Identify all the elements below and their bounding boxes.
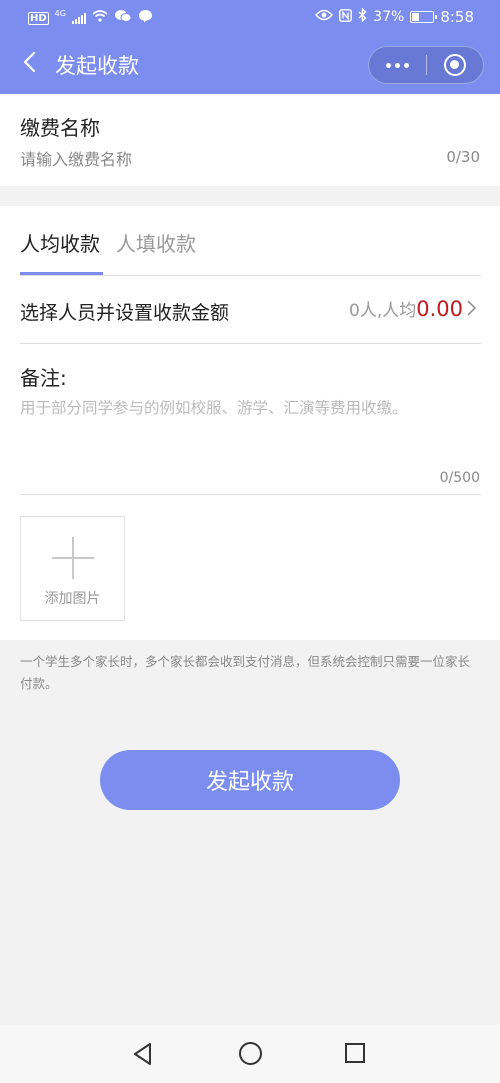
chevron-right-icon [467, 297, 477, 322]
battery-fill [412, 13, 420, 21]
battery-percent: 37% [373, 9, 405, 25]
nfc-icon [339, 8, 353, 26]
more-dots-icon [385, 62, 409, 68]
fee-name-input[interactable] [20, 146, 420, 172]
remark-label: 备注: [20, 366, 67, 390]
add-image-label: 添加图片 [44, 591, 101, 607]
hd-badge: HD [28, 11, 49, 25]
network-label: 4G [54, 8, 66, 18]
tab-custom[interactable]: 人填收款 [116, 228, 196, 257]
remark-input[interactable] [20, 396, 480, 466]
navigation-bar: 发起收款 [0, 34, 500, 94]
mini-program-capsule [368, 46, 484, 84]
recent-square-icon[interactable] [345, 1043, 365, 1063]
bluetooth-icon [358, 7, 367, 26]
collection-section: 人均收款 人填收款 选择人员并设置收款金额 0人,人均 0.00 备注: 0/5… [0, 206, 500, 640]
target-circle-icon [443, 54, 466, 76]
select-members-label: 选择人员并设置收款金额 [20, 302, 230, 324]
more-button[interactable] [369, 46, 426, 84]
close-program-button[interactable] [426, 46, 483, 84]
wifi-icon [92, 10, 108, 26]
remark-divider [20, 494, 481, 495]
select-members-row[interactable]: 选择人员并设置收款金额 0人,人均 0.00 [0, 276, 500, 344]
add-image-button[interactable]: 添加图片 [20, 516, 125, 621]
remark-counter: 0/500 [439, 470, 480, 486]
fee-name-counter: 0/30 [446, 148, 480, 166]
system-navigation-bar [0, 1025, 500, 1083]
fee-name-label: 缴费名称 [20, 116, 100, 140]
eye-icon [315, 9, 334, 25]
back-triangle-icon[interactable] [130, 1041, 156, 1067]
status-right: 37% 8:58 [315, 7, 474, 26]
collection-tabs: 人均收款 人填收款 [0, 206, 500, 276]
chat-icon [138, 9, 153, 27]
home-circle-icon[interactable] [239, 1042, 262, 1065]
chevron-left-icon [22, 51, 36, 77]
submit-collection-button[interactable]: 发起收款 [100, 750, 400, 810]
average-amount: 0.00 [416, 297, 463, 321]
status-bar: HD 4G 37% 8:58 [0, 0, 500, 34]
page-title: 发起收款 [55, 54, 139, 78]
parent-payment-note: 一个学生多个家长时，多个家长都会收到支付消息，但系统会控制只需要一位家长付款。 [20, 654, 471, 691]
people-count: 0人,人均 [349, 301, 417, 321]
signal-icon [71, 12, 86, 24]
wechat-icon [114, 9, 132, 27]
tab-average[interactable]: 人均收款 [20, 228, 100, 257]
select-members-summary: 0人,人均 0.00 [349, 296, 477, 322]
fee-name-section: 缴费名称 0/30 [0, 94, 500, 186]
status-time: 8:58 [440, 8, 474, 26]
status-left: HD 4G [28, 9, 153, 27]
back-button[interactable] [14, 46, 44, 82]
select-row-divider [20, 343, 481, 344]
battery-icon [410, 11, 438, 23]
